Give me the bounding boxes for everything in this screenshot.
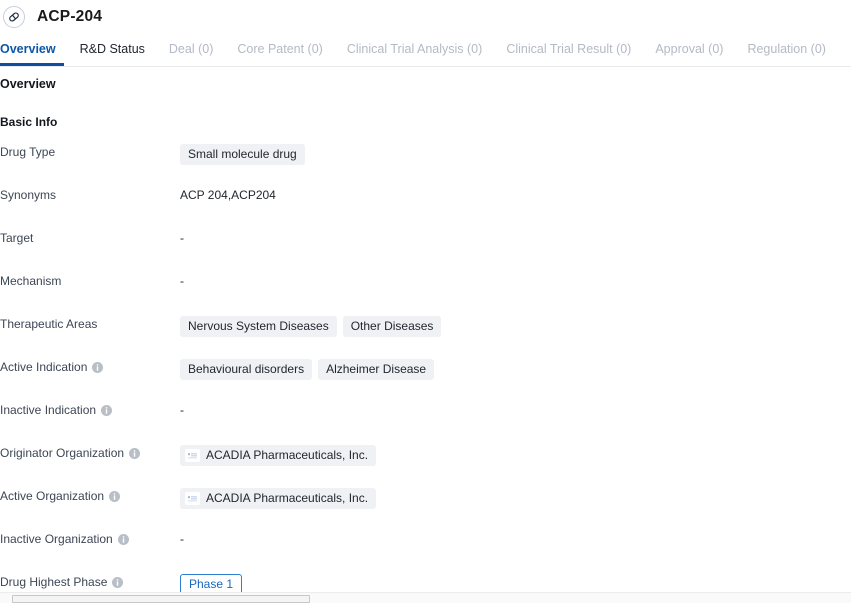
organization-name: ACADIA Pharmaceuticals, Inc. (206, 448, 369, 462)
tab-deal-0[interactable]: Deal (0) (169, 41, 213, 65)
value-tag[interactable]: Behavioural disorders (180, 359, 313, 380)
field-row: Mechanism - (0, 273, 851, 316)
empty-value: - (180, 274, 184, 288)
field-value: Behavioural disorders Alzheimer Disease (180, 359, 851, 380)
tab-bar: Overview R&D Status Deal (0) Core Patent (0… (0, 41, 851, 68)
field-row: Inactive Organization - (0, 531, 851, 574)
value-tag[interactable]: Nervous System Diseases (180, 316, 337, 337)
page-title: ACP-204 (37, 7, 103, 25)
page-header: ACP-204 (0, 0, 851, 33)
empty-value: - (180, 231, 184, 245)
field-label-text: Mechanism (0, 274, 62, 288)
info-circle-icon[interactable] (92, 361, 104, 373)
organization-name: ACADIA Pharmaceuticals, Inc. (206, 491, 369, 505)
empty-value: - (180, 532, 184, 546)
info-circle-icon[interactable] (112, 576, 124, 588)
field-label-text: Originator Organization (0, 446, 125, 460)
field-value: Small molecule drug (180, 144, 851, 165)
field-label: Active Organization (0, 488, 180, 504)
field-label: Inactive Indication (0, 402, 180, 418)
tab-clinical-trial-analysis-0[interactable]: Clinical Trial Analysis (0) (347, 41, 482, 65)
field-value: - (180, 273, 851, 289)
field-row: Active Organization ACADIA Pharmaceutical… (0, 488, 851, 531)
field-value: ACADIA Pharmaceuticals, Inc. (180, 445, 851, 466)
field-label: Inactive Organization (0, 531, 180, 547)
organization-tag[interactable]: ACADIA Pharmaceuticals, Inc. (180, 445, 377, 466)
section-heading: Overview (0, 77, 56, 91)
field-value: - (180, 402, 851, 418)
organization-tag[interactable]: ACADIA Pharmaceuticals, Inc. (180, 488, 377, 509)
field-row: Active Indication Behavioural disorders Al… (0, 359, 851, 402)
subsection-heading: Basic Info (0, 115, 58, 129)
field-label-text: Synonyms (0, 188, 57, 202)
field-label-text: Therapeutic Areas (0, 317, 98, 331)
field-list: Drug Type Small molecule drug Synonyms ACP … (0, 144, 851, 592)
field-label: Mechanism (0, 273, 180, 289)
tab-regulation-0[interactable]: Regulation (0) (747, 41, 826, 65)
field-label: Synonyms (0, 187, 180, 203)
value-tag[interactable]: Small molecule drug (180, 144, 305, 165)
field-label: Drug Type (0, 144, 180, 160)
tab-clinical-trial-result-0[interactable]: Clinical Trial Result (0) (506, 41, 631, 65)
field-label-text: Active Indication (0, 360, 88, 374)
field-value: Nervous System Diseases Other Diseases (180, 316, 851, 337)
tab-bar-divider (0, 66, 851, 67)
field-label: Target (0, 230, 180, 246)
field-row: Originator Organization ACADIA Pharmaceut… (0, 445, 851, 488)
field-label-text: Drug Type (0, 145, 56, 159)
info-circle-icon[interactable] (109, 490, 121, 502)
field-value: - (180, 230, 851, 246)
horizontal-scrollbar[interactable] (0, 592, 851, 603)
tab-overview[interactable]: Overview (0, 41, 56, 65)
field-row: Drug Highest Phase Phase 1 (0, 574, 851, 592)
field-row: Therapeutic Areas Nervous System Diseases… (0, 316, 851, 359)
company-logo-placeholder-icon (185, 449, 200, 462)
field-label-text: Inactive Organization (0, 532, 113, 546)
field-label: Therapeutic Areas (0, 316, 180, 332)
info-circle-icon[interactable] (117, 533, 129, 545)
field-label-text: Drug Highest Phase (0, 575, 108, 589)
field-value: ACP 204,ACP204 (180, 187, 851, 203)
horizontal-scrollbar-thumb[interactable] (12, 595, 310, 603)
field-row: Target - (0, 230, 851, 273)
field-label: Drug Highest Phase (0, 574, 180, 590)
tab-r-d-status[interactable]: R&D Status (80, 41, 145, 65)
field-value: Phase 1 (180, 574, 851, 592)
field-label: Originator Organization (0, 445, 180, 461)
tab-approval-0[interactable]: Approval (0) (655, 41, 723, 65)
field-label-text: Target (0, 231, 34, 245)
drug-phase-badge[interactable]: Phase 1 (180, 574, 243, 592)
value-text: ACP 204,ACP204 (180, 188, 276, 202)
drug-detail-page: ACP-204 Overview R&D Status Deal (0) Core P… (0, 0, 851, 603)
field-label-text: Inactive Indication (0, 403, 97, 417)
empty-value: - (180, 403, 184, 417)
info-circle-icon[interactable] (129, 447, 141, 459)
field-value: - (180, 531, 851, 547)
company-logo-placeholder-icon (185, 492, 200, 505)
field-row: Drug Type Small molecule drug (0, 144, 851, 187)
value-tag[interactable]: Other Diseases (342, 316, 442, 337)
pill-capsule-icon (3, 5, 25, 28)
field-row: Inactive Indication - (0, 402, 851, 445)
field-label-text: Active Organization (0, 489, 105, 503)
overview-content: Overview Basic Info Drug Type Small molec… (0, 70, 851, 592)
tab-core-patent-0[interactable]: Core Patent (0) (237, 41, 322, 65)
field-row: Synonyms ACP 204,ACP204 (0, 187, 851, 230)
value-tag[interactable]: Alzheimer Disease (318, 359, 435, 380)
info-circle-icon[interactable] (101, 404, 113, 416)
field-value: ACADIA Pharmaceuticals, Inc. (180, 488, 851, 509)
field-label: Active Indication (0, 359, 180, 375)
